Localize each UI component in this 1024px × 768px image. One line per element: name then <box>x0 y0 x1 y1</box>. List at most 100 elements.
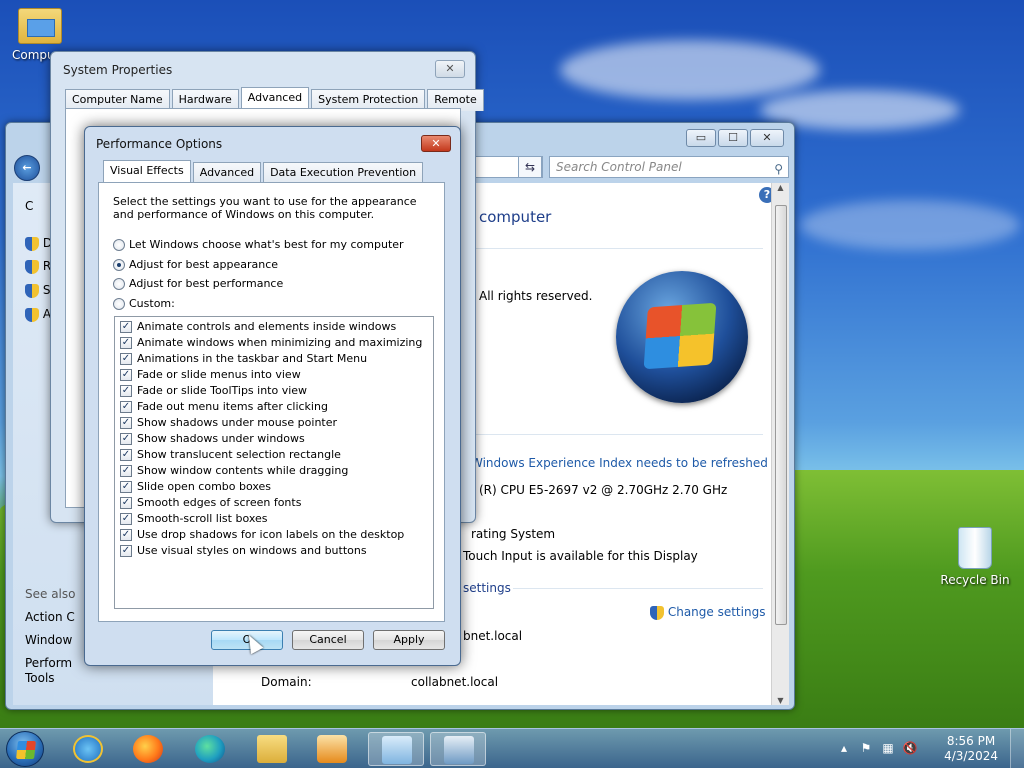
checkbox[interactable]: ✓ <box>120 320 132 333</box>
effect-checkbox-row[interactable]: ✓ Slide open combo boxes <box>120 480 271 493</box>
visual-effects-list[interactable]: ✓ Animate controls and elements inside wi… <box>114 316 434 609</box>
maximize-button[interactable]: ☐ <box>718 129 748 147</box>
checkbox[interactable]: ✓ <box>120 480 132 493</box>
effect-checkbox-row[interactable]: ✓ Use drop shadows for icon labels on the… <box>120 528 404 541</box>
minimize-button[interactable]: ▭ <box>686 129 716 147</box>
radio-button[interactable] <box>113 297 125 310</box>
tab-advanced[interactable]: Advanced <box>192 162 262 184</box>
radio-label: Adjust for best performance <box>129 277 284 290</box>
radio-label: Adjust for best appearance <box>129 258 279 271</box>
radio-label: Let Windows choose what's best for my co… <box>129 238 404 251</box>
effect-checkbox-row[interactable]: ✓ Show window contents while dragging <box>120 464 348 477</box>
refresh-icon[interactable]: ⇆ <box>518 156 542 178</box>
effect-checkbox-row[interactable]: ✓ Show shadows under mouse pointer <box>120 416 337 429</box>
internet-explorer-icon <box>73 735 103 763</box>
search-placeholder: Search Control Panel <box>556 160 682 174</box>
tab-visual-effects[interactable]: Visual Effects <box>103 160 191 182</box>
firefox-icon <box>133 735 163 763</box>
taskbar-firefox[interactable] <box>120 732 176 766</box>
tab-advanced[interactable]: Advanced <box>240 87 310 109</box>
effect-checkbox-row[interactable]: ✓ Smooth edges of screen fonts <box>120 496 301 509</box>
left-nav-item-advanced[interactable]: A <box>25 307 51 322</box>
scroll-up-icon[interactable]: ▲ <box>772 183 789 192</box>
dialog-title: Performance Options <box>96 137 223 151</box>
effect-checkbox-row[interactable]: ✓ Animate windows when minimizing and max… <box>120 336 422 349</box>
radio-button[interactable] <box>113 277 125 290</box>
taskbar-file-explorer[interactable] <box>244 732 300 766</box>
left-nav-item-device-manager[interactable]: D <box>25 236 52 251</box>
taskbar-media-player[interactable] <box>304 732 360 766</box>
scroll-down-icon[interactable]: ▼ <box>772 696 789 705</box>
see-also-windows-update[interactable]: Window <box>25 633 72 647</box>
cancel-button[interactable]: Cancel <box>292 630 364 650</box>
checkbox[interactable]: ✓ <box>120 528 132 541</box>
divider <box>473 434 763 435</box>
search-icon[interactable]: ⚲ <box>774 159 783 179</box>
taskbar-edge[interactable] <box>182 732 238 766</box>
radio-let-windows-choose[interactable]: Let Windows choose what's best for my co… <box>113 238 404 251</box>
taskbar-control-panel[interactable] <box>368 732 424 766</box>
effect-label: Slide open combo boxes <box>137 480 272 493</box>
edge-icon <box>195 735 225 763</box>
effect-label: Show translucent selection rectangle <box>137 448 341 461</box>
effect-checkbox-row[interactable]: ✓ Fade or slide ToolTips into view <box>120 384 307 397</box>
effect-checkbox-row[interactable]: ✓ Fade or slide menus into view <box>120 368 301 381</box>
windows-flag-icon <box>16 741 36 759</box>
effect-checkbox-row[interactable]: ✓ Use visual styles on windows and button… <box>120 544 367 557</box>
taskbar-internet-explorer[interactable] <box>60 732 116 766</box>
network-icon[interactable]: ▦ <box>880 741 896 757</box>
effect-checkbox-row[interactable]: ✓ Show translucent selection rectangle <box>120 448 341 461</box>
radio-best-performance[interactable]: Adjust for best performance <box>113 277 283 290</box>
copyright-text: All rights reserved. <box>479 289 593 303</box>
left-nav-home[interactable]: C <box>25 199 33 213</box>
close-button[interactable]: ✕ <box>421 135 451 152</box>
performance-options-dialog[interactable]: Performance Options ✕ Visual Effects Adv… <box>84 126 461 666</box>
checkbox[interactable]: ✓ <box>120 400 132 413</box>
effect-checkbox-row[interactable]: ✓ Fade out menu items after clicking <box>120 400 328 413</box>
effect-checkbox-row[interactable]: ✓ Animations in the taskbar and Start Men… <box>120 352 367 365</box>
folder-icon <box>257 735 287 763</box>
wei-link[interactable]: Windows Experience Index needs to be ref… <box>471 456 768 470</box>
radio-custom[interactable]: Custom: <box>113 297 175 310</box>
radio-best-appearance[interactable]: Adjust for best appearance <box>113 258 278 271</box>
desktop-icon-label: Recycle Bin <box>940 573 1010 587</box>
action-center-flag-icon[interactable]: ⚑ <box>858 741 874 757</box>
desktop-icon-recycle-bin[interactable]: Recycle Bin <box>935 527 1015 587</box>
vertical-scrollbar[interactable]: ▲ ▼ <box>771 183 789 705</box>
start-button[interactable] <box>6 731 44 767</box>
close-button[interactable]: ✕ <box>435 60 465 78</box>
checkbox[interactable]: ✓ <box>120 336 132 349</box>
volume-muted-icon[interactable]: 🔇 <box>902 741 918 757</box>
change-settings-link[interactable]: Change settings <box>650 605 765 620</box>
checkbox[interactable]: ✓ <box>120 512 132 525</box>
see-also-performance[interactable]: Perform Tools <box>25 656 72 686</box>
apply-button[interactable]: Apply <box>373 630 445 650</box>
close-button[interactable]: ✕ <box>750 129 784 147</box>
see-also-action-center[interactable]: Action C <box>25 610 75 624</box>
search-input[interactable]: Search Control Panel ⚲ <box>549 156 789 178</box>
radio-button[interactable] <box>113 258 125 271</box>
taskbar-system-properties[interactable] <box>430 732 486 766</box>
effect-checkbox-row[interactable]: ✓ Show shadows under windows <box>120 432 305 445</box>
back-icon[interactable]: ← <box>14 155 40 181</box>
effect-checkbox-row[interactable]: ✓ Smooth-scroll list boxes <box>120 512 268 525</box>
show-desktop-button[interactable] <box>1010 729 1024 768</box>
checkbox[interactable]: ✓ <box>120 432 132 445</box>
checkbox[interactable]: ✓ <box>120 448 132 461</box>
show-hidden-icons-icon[interactable]: ▴ <box>836 741 852 757</box>
tab-data-execution-prevention[interactable]: Data Execution Prevention <box>263 162 424 184</box>
radio-button[interactable] <box>113 238 125 251</box>
clock[interactable]: 8:56 PM 4/3/2024 <box>944 734 998 764</box>
checkbox[interactable]: ✓ <box>120 352 132 365</box>
checkbox[interactable]: ✓ <box>120 368 132 381</box>
computer-folder-icon <box>18 8 62 44</box>
effect-checkbox-row[interactable]: ✓ Animate controls and elements inside wi… <box>120 320 396 333</box>
checkbox[interactable]: ✓ <box>120 384 132 397</box>
checkbox[interactable]: ✓ <box>120 544 132 557</box>
checkbox[interactable]: ✓ <box>120 416 132 429</box>
effect-label: Fade or slide menus into view <box>137 368 301 381</box>
scrollbar-thumb[interactable] <box>775 205 787 625</box>
checkbox[interactable]: ✓ <box>120 464 132 477</box>
checkbox[interactable]: ✓ <box>120 496 132 509</box>
page-title: computer <box>479 208 552 226</box>
